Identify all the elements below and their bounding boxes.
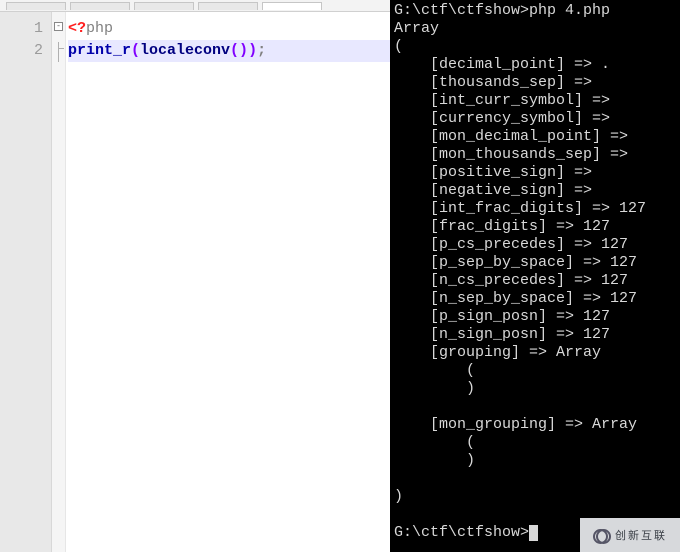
terminal-command: G:\ctf\ctfshow>php 4.php: [394, 2, 674, 20]
terminal-line: (: [394, 434, 674, 452]
editor-tab[interactable]: [134, 2, 194, 10]
terminal-array-entry: [int_curr_symbol] =>: [394, 92, 674, 110]
terminal-array-entry: [negative_sign] =>: [394, 182, 674, 200]
editor-tab[interactable]: [70, 2, 130, 10]
terminal-line: [394, 398, 674, 416]
terminal-array-entry: [mon_grouping] => Array: [394, 416, 674, 434]
terminal-line: ): [394, 452, 674, 470]
fold-column: -: [52, 12, 66, 552]
terminal-array-entry: [n_cs_precedes] => 127: [394, 272, 674, 290]
terminal-array-entry: [frac_digits] => 127: [394, 218, 674, 236]
terminal-array-entry: [p_sign_posn] => 127: [394, 308, 674, 326]
code-line[interactable]: <?php: [68, 18, 390, 40]
line-number-gutter: 12: [0, 12, 52, 552]
watermark-logo-icon: [593, 526, 611, 544]
editor-tab-bar: [0, 0, 390, 12]
terminal-array-entry: [n_sep_by_space] => 127: [394, 290, 674, 308]
terminal-line: (: [394, 38, 674, 56]
terminal-array-entry: [decimal_point] => .: [394, 56, 674, 74]
terminal-array-entry: [mon_thousands_sep] =>: [394, 146, 674, 164]
watermark-text: 创新互联: [615, 527, 667, 543]
terminal-output-header: Array: [394, 20, 674, 38]
fold-toggle-icon[interactable]: -: [54, 22, 63, 31]
terminal-line: ): [394, 488, 674, 506]
terminal-array-entry: [positive_sign] =>: [394, 164, 674, 182]
terminal-line: (: [394, 362, 674, 380]
terminal-pane[interactable]: G:\ctf\ctfshow>php 4.phpArray( [decimal_…: [390, 0, 680, 552]
terminal-array-entry: [thousands_sep] =>: [394, 74, 674, 92]
code-editor-pane: 12 - <?phpprint_r(localeconv());: [0, 0, 390, 552]
editor-tab[interactable]: [6, 2, 66, 10]
terminal-cursor: [529, 525, 538, 541]
terminal-array-entry: [currency_symbol] =>: [394, 110, 674, 128]
code-line[interactable]: print_r(localeconv());: [68, 40, 390, 62]
terminal-line: [394, 470, 674, 488]
editor-tab[interactable]: [198, 2, 258, 10]
line-number: 1: [0, 18, 43, 40]
terminal-array-entry: [p_sep_by_space] => 127: [394, 254, 674, 272]
terminal-line: ): [394, 380, 674, 398]
terminal-array-entry: [p_cs_precedes] => 127: [394, 236, 674, 254]
terminal-array-entry: [int_frac_digits] => 127: [394, 200, 674, 218]
terminal-array-entry: [grouping] => Array: [394, 344, 674, 362]
code-content[interactable]: <?phpprint_r(localeconv());: [66, 12, 390, 552]
terminal-array-entry: [mon_decimal_point] =>: [394, 128, 674, 146]
editor-tab-active[interactable]: [262, 2, 322, 10]
line-number: 2: [0, 40, 43, 62]
watermark: 创新互联: [580, 518, 680, 552]
terminal-array-entry: [n_sign_posn] => 127: [394, 326, 674, 344]
